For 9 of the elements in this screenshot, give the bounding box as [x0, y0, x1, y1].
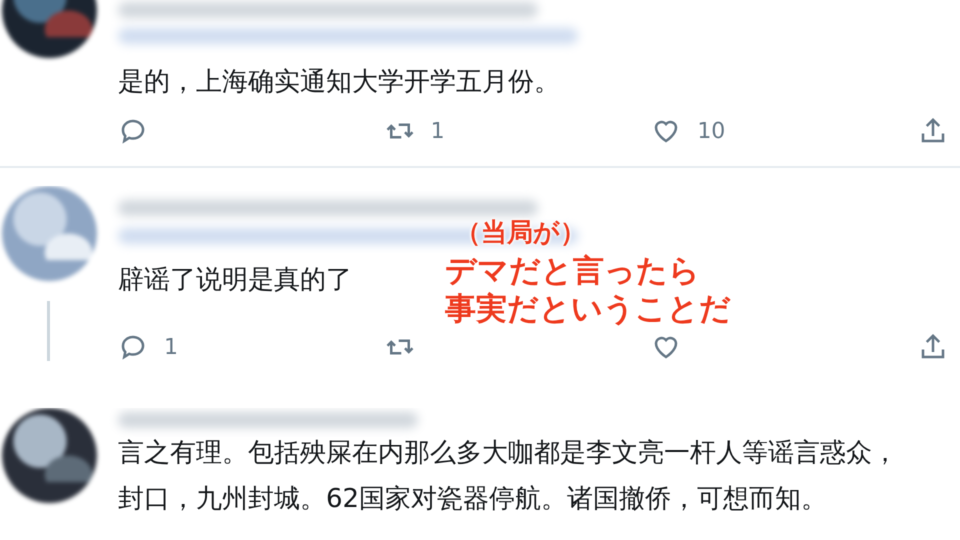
like-count: 10: [697, 118, 726, 144]
reply-text: 辟谣了说明是真的了: [118, 264, 352, 297]
reply-text: 言之有理。包括殃屎在内那么多大咖都是李文亮一杆人等谣言惑众，封口，九州封城。62国家对瓷器停航。诸国撤侨，可想而知。: [118, 437, 899, 516]
reply-count: 1: [164, 334, 178, 360]
retweet-count: 1: [430, 118, 445, 144]
caption-text: 事実だということだ: [445, 290, 731, 328]
reply-text: 是的，上海确实通知大学开学五月份。: [118, 66, 560, 99]
caption-text: デマだと言ったら: [445, 252, 700, 290]
caption-text: （当局が）: [455, 217, 586, 250]
